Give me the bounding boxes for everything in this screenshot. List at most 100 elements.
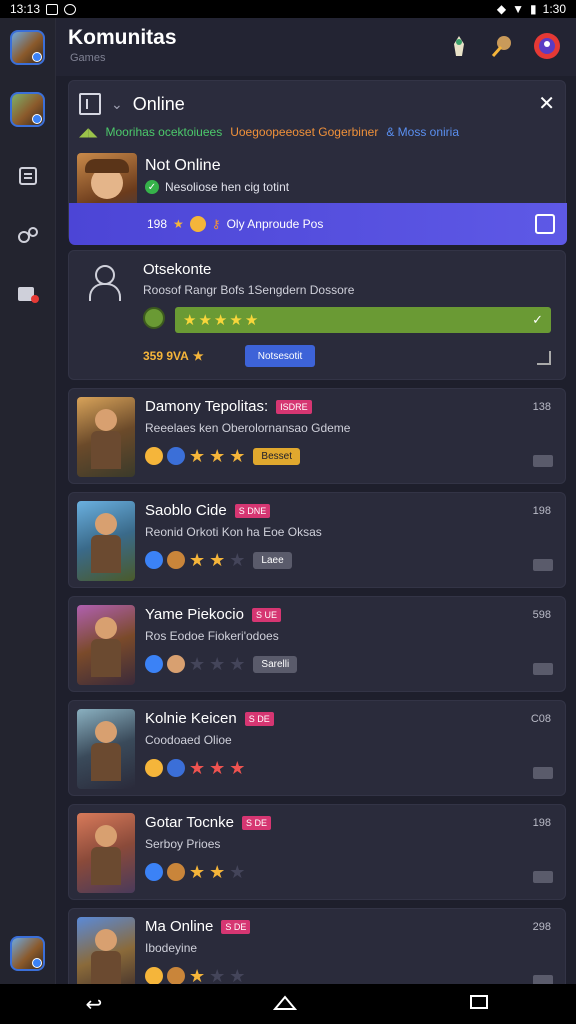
game-title: Ma Online xyxy=(145,918,214,935)
game-card[interactable]: Ma Online S DE Ibodeyine 298 ★ ★ ★ xyxy=(68,908,566,984)
recents-icon[interactable] xyxy=(468,993,490,1016)
star-icon: ★ xyxy=(209,446,226,466)
game-thumbnail[interactable] xyxy=(77,605,135,685)
avatar-icon xyxy=(167,863,185,881)
game-card[interactable]: Kolnie Keicen S DE Coodoaed Olioe C08 ★ ★… xyxy=(68,700,566,796)
key-icon: ⚷ xyxy=(211,217,221,231)
badge-icon xyxy=(145,551,163,569)
expand-icon[interactable] xyxy=(537,351,551,365)
sync-icon xyxy=(64,3,77,15)
game-subtitle: Serboy Prioes xyxy=(145,837,221,851)
star-icon: ★ xyxy=(229,862,246,882)
game-title-row: Saoblo Cide S DNE xyxy=(145,502,271,519)
game-title-row: Damony Tepolitas: ISDRE xyxy=(145,398,312,415)
more-icon[interactable] xyxy=(533,455,553,467)
star-icon: ★ xyxy=(183,312,197,329)
game-pill[interactable]: Sarelli xyxy=(253,655,298,673)
trophy-icon[interactable] xyxy=(444,31,474,61)
more-icon[interactable] xyxy=(533,559,553,571)
star-icon: ★ xyxy=(173,217,184,231)
featured-status: ✓ Nesoliose hen cig totint xyxy=(145,180,289,194)
game-count: 198 xyxy=(532,817,551,829)
check-icon: ✓ xyxy=(532,312,543,327)
rating-bar[interactable]: ★ ★ ★ ★ ★ ✓ xyxy=(175,307,551,333)
person-icon xyxy=(87,265,121,301)
game-meta-row: ★ ★ ★ xyxy=(145,863,245,881)
star-icon: ★ xyxy=(229,446,246,466)
game-title-row: Gotar Tocnke S DE xyxy=(145,814,271,831)
game-tag: S DNE xyxy=(234,503,271,518)
status-bar: 13:13 ◆ ▼ ▮ 1:30 xyxy=(0,0,576,18)
store-icon[interactable] xyxy=(14,280,42,308)
game-subtitle: Coodoaed Olioe xyxy=(145,733,232,747)
star-icon: ★ xyxy=(209,550,226,570)
close-icon[interactable]: ✕ xyxy=(538,91,555,116)
featured-name: Not Online xyxy=(145,157,221,174)
star-icon: ★ xyxy=(198,312,212,329)
badge-icon xyxy=(145,447,163,465)
game-thumbnail[interactable] xyxy=(77,813,135,893)
offline-title: Otsekonte xyxy=(143,261,212,278)
share-icon[interactable] xyxy=(535,214,555,234)
gallery-icon xyxy=(46,3,59,15)
game-pill[interactable]: Besset xyxy=(253,447,300,465)
game-card[interactable]: Saoblo Cide S DNE Reonid Orkoti Kon ha E… xyxy=(68,492,566,588)
game-title: Yame Piekocio xyxy=(145,606,244,623)
star-icon: ★ xyxy=(209,654,226,674)
bar-count: 198 xyxy=(147,217,168,231)
game-title-row: Kolnie Keicen S DE xyxy=(145,710,274,727)
avatar-icon xyxy=(167,447,185,465)
star-icon: ★ xyxy=(189,550,206,570)
more-icon[interactable] xyxy=(533,975,553,984)
star-icon: ★ xyxy=(209,758,226,778)
game-count: 598 xyxy=(532,609,551,621)
account-avatar[interactable] xyxy=(10,936,45,971)
app-avatar[interactable] xyxy=(10,30,45,65)
game-meta-row: ★ ★ ★ Sarelli xyxy=(145,654,298,674)
game-card[interactable]: Gotar Tocnke S DE Serboy Prioes 198 ★ ★ ★ xyxy=(68,804,566,900)
news-icon[interactable] xyxy=(14,162,42,190)
more-icon[interactable] xyxy=(533,871,553,883)
game-thumbnail[interactable] xyxy=(77,917,135,984)
star-icon: ★ xyxy=(189,862,206,882)
game-thumbnail[interactable] xyxy=(77,709,135,789)
more-icon[interactable] xyxy=(533,663,553,675)
game-tag: S UE xyxy=(251,607,281,622)
main-feed[interactable]: ⌄ Online ✕ ◢◣ Moorihas ocektoiuees Uoego… xyxy=(56,76,576,984)
game-tag: ISDRE xyxy=(276,399,312,414)
star-icon: ★ xyxy=(189,654,206,674)
game-card[interactable]: Yame Piekocio S UE Ros Eodoe Fiokeri'odo… xyxy=(68,596,566,692)
game-thumbnail[interactable] xyxy=(77,501,135,581)
activity-ticker: ◢◣ Moorihas ocektoiuees Uoegoopeeoset Go… xyxy=(79,125,459,139)
game-title-row: Yame Piekocio S UE xyxy=(145,606,281,623)
star-icon: ★ xyxy=(209,862,226,882)
friends-icon[interactable] xyxy=(14,221,42,249)
back-icon[interactable]: ↩ xyxy=(86,992,103,1017)
avatar-icon xyxy=(167,551,185,569)
game-meta-row: ★ ★ ★ Laee xyxy=(145,551,292,569)
game-thumbnail[interactable] xyxy=(77,397,135,477)
featured-status-text: Nesoliose hen cig totint xyxy=(165,180,290,194)
hammer-icon[interactable] xyxy=(486,31,516,61)
badge-icon xyxy=(145,967,163,984)
star-icon: ★ xyxy=(229,758,246,778)
notification-dot xyxy=(32,52,42,62)
panel-icon[interactable] xyxy=(79,93,101,115)
chevron-down-icon[interactable]: ⌄ xyxy=(111,96,123,113)
game-subtitle: Ros Eodoe Fiokeri'odoes xyxy=(145,629,279,643)
home-icon[interactable] xyxy=(273,993,298,1016)
profile-avatar[interactable] xyxy=(10,92,45,127)
offline-card: Otsekonte Roosof Rangr Bofs 1Sengdern Do… xyxy=(68,250,566,380)
game-card[interactable]: Damony Tepolitas: ISDRE Reeelaes ken Obe… xyxy=(68,388,566,484)
ticker-text-3: & Moss oniria xyxy=(386,125,460,139)
star-icon: ★ xyxy=(213,312,228,329)
score-value: 359 9VA xyxy=(143,349,189,363)
user-avatar-icon[interactable] xyxy=(532,31,562,61)
side-rail xyxy=(0,18,56,984)
offline-action-button[interactable]: Notsesotit xyxy=(245,345,315,367)
featured-action-bar[interactable]: 198 ★ ⚷ Oly Anproude Pos xyxy=(69,203,567,245)
game-pill[interactable]: Laee xyxy=(253,551,292,569)
status-time: 13:13 xyxy=(10,2,41,16)
check-icon: ✓ xyxy=(145,180,159,194)
more-icon[interactable] xyxy=(533,767,553,779)
